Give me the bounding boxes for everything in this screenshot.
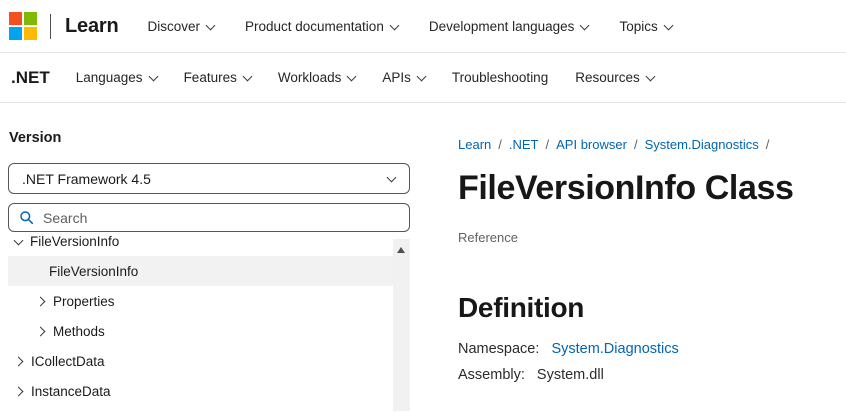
tree-item-label: Methods bbox=[53, 323, 105, 339]
assembly-row: Assembly: System.dll bbox=[458, 367, 838, 383]
version-dropdown[interactable]: .NET Framework 4.5 bbox=[8, 163, 410, 194]
logo-square-red bbox=[9, 12, 22, 25]
breadcrumb-link-learn[interactable]: Learn bbox=[458, 137, 491, 152]
learn-brand-link[interactable]: Learn bbox=[65, 15, 119, 38]
subnav-item-label: Features bbox=[183, 70, 237, 85]
logo-square-blue bbox=[9, 27, 22, 40]
assembly-label: Assembly: bbox=[458, 367, 525, 383]
header-divider bbox=[50, 13, 51, 39]
article-content: Learn / .NET / API browser / System.Diag… bbox=[458, 104, 838, 383]
chevron-down-icon bbox=[205, 20, 216, 30]
subnav-item-languages[interactable]: Languages bbox=[75, 70, 159, 85]
chevron-right-icon bbox=[35, 326, 46, 336]
page-title: FileVersionInfo Class bbox=[458, 169, 794, 207]
breadcrumb-separator: / bbox=[545, 137, 550, 152]
tree-item-label: InstanceData bbox=[31, 383, 111, 399]
logo-square-yellow bbox=[24, 27, 37, 40]
reference-kind-label: Reference bbox=[458, 230, 518, 245]
nav-item-topics[interactable]: Topics bbox=[619, 18, 674, 34]
breadcrumb-link-api-browser[interactable]: API browser bbox=[556, 137, 627, 152]
namespace-label: Namespace: bbox=[458, 341, 540, 357]
definition-heading: Definition bbox=[458, 292, 585, 323]
tree-item-instancedatacollection[interactable]: InstanceDataCollection bbox=[8, 406, 393, 411]
sidebar-search-box bbox=[8, 203, 410, 232]
subnav-item-label: APIs bbox=[382, 70, 411, 85]
chevron-down-icon bbox=[389, 20, 400, 30]
assembly-value: System.dll bbox=[536, 367, 604, 383]
tree-item-fileversioninfo-parent[interactable]: FileVersionInfo bbox=[8, 236, 393, 256]
subnav-item-label: Resources bbox=[575, 70, 640, 85]
tree-item-methods[interactable]: Methods bbox=[8, 316, 393, 346]
chevron-right-icon bbox=[13, 356, 24, 366]
chevron-down-icon bbox=[663, 20, 674, 30]
chevron-down-icon bbox=[416, 71, 427, 82]
version-label: Version bbox=[9, 130, 62, 146]
chevron-down-icon bbox=[148, 71, 159, 82]
breadcrumb-link-system-diagnostics[interactable]: System.Diagnostics bbox=[645, 137, 759, 152]
scroll-up-icon[interactable] bbox=[397, 247, 405, 253]
chevron-down-icon bbox=[386, 172, 397, 182]
subnav-item-workloads[interactable]: Workloads bbox=[277, 70, 357, 85]
subnav-item-resources[interactable]: Resources bbox=[575, 70, 656, 85]
nav-item-label: Discover bbox=[147, 18, 200, 34]
breadcrumb-link-dotnet[interactable]: .NET bbox=[509, 137, 539, 152]
microsoft-logo-icon[interactable] bbox=[9, 12, 37, 40]
api-tree: FileVersionInfo FileVersionInfo Properti… bbox=[8, 236, 410, 411]
tree-item-label: ICollectData bbox=[31, 353, 105, 369]
top-navigation: Discover Product documentation Developme… bbox=[147, 18, 674, 34]
breadcrumb-separator: / bbox=[633, 137, 638, 152]
logo-square-green bbox=[24, 12, 37, 25]
subnav-item-label: Troubleshooting bbox=[451, 70, 549, 85]
nav-item-development-languages[interactable]: Development languages bbox=[428, 18, 590, 34]
chevron-right-icon bbox=[35, 296, 46, 306]
tree-item-fileversioninfo-overview[interactable]: FileVersionInfo bbox=[8, 256, 393, 286]
subnav-item-label: Workloads bbox=[277, 70, 342, 85]
tree-scrollbar[interactable] bbox=[393, 239, 410, 411]
tree-item-label: Properties bbox=[53, 293, 115, 309]
breadcrumb-separator: / bbox=[765, 137, 770, 152]
subnav-item-features[interactable]: Features bbox=[183, 70, 253, 85]
product-subnav: .NET Languages Features Workloads APIs T… bbox=[0, 53, 846, 103]
api-tree-rows: FileVersionInfo FileVersionInfo Properti… bbox=[8, 236, 393, 411]
nav-item-discover[interactable]: Discover bbox=[147, 18, 216, 34]
namespace-link[interactable]: System.Diagnostics bbox=[551, 341, 678, 357]
subnav-item-label: Languages bbox=[75, 70, 143, 85]
namespace-row: Namespace: System.Diagnostics bbox=[458, 341, 838, 357]
site-header: Learn Discover Product documentation Dev… bbox=[0, 0, 846, 53]
breadcrumb: Learn / .NET / API browser / System.Diag… bbox=[458, 137, 838, 152]
tree-item-instancedata[interactable]: InstanceData bbox=[8, 376, 393, 406]
tree-item-label: FileVersionInfo bbox=[49, 263, 139, 279]
subnav-items: Languages Features Workloads APIs Troubl… bbox=[75, 70, 656, 85]
chevron-down-icon bbox=[645, 71, 656, 82]
search-input[interactable] bbox=[43, 209, 399, 226]
chevron-right-icon bbox=[13, 386, 24, 396]
chevron-down-icon bbox=[579, 20, 590, 30]
tree-item-label: FileVersionInfo bbox=[30, 236, 120, 249]
chevron-down-icon bbox=[242, 71, 253, 82]
nav-item-label: Topics bbox=[619, 18, 658, 34]
tree-item-properties[interactable]: Properties bbox=[8, 286, 393, 316]
chevron-down-icon bbox=[346, 71, 357, 82]
nav-item-label: Development languages bbox=[428, 18, 575, 34]
breadcrumb-separator: / bbox=[498, 137, 502, 152]
search-icon bbox=[20, 211, 34, 225]
version-dropdown-value: .NET Framework 4.5 bbox=[22, 170, 151, 187]
dotnet-brand-link[interactable]: .NET bbox=[11, 68, 50, 88]
nav-item-label: Product documentation bbox=[244, 18, 384, 34]
subnav-item-apis[interactable]: APIs bbox=[382, 70, 427, 85]
api-browser-sidebar: Version .NET Framework 4.5 FileVersionIn… bbox=[8, 104, 410, 411]
tree-item-icollectdata[interactable]: ICollectData bbox=[8, 346, 393, 376]
chevron-down-icon bbox=[13, 236, 24, 245]
nav-item-product-documentation[interactable]: Product documentation bbox=[244, 18, 400, 34]
subnav-item-troubleshooting[interactable]: Troubleshooting bbox=[452, 70, 548, 85]
